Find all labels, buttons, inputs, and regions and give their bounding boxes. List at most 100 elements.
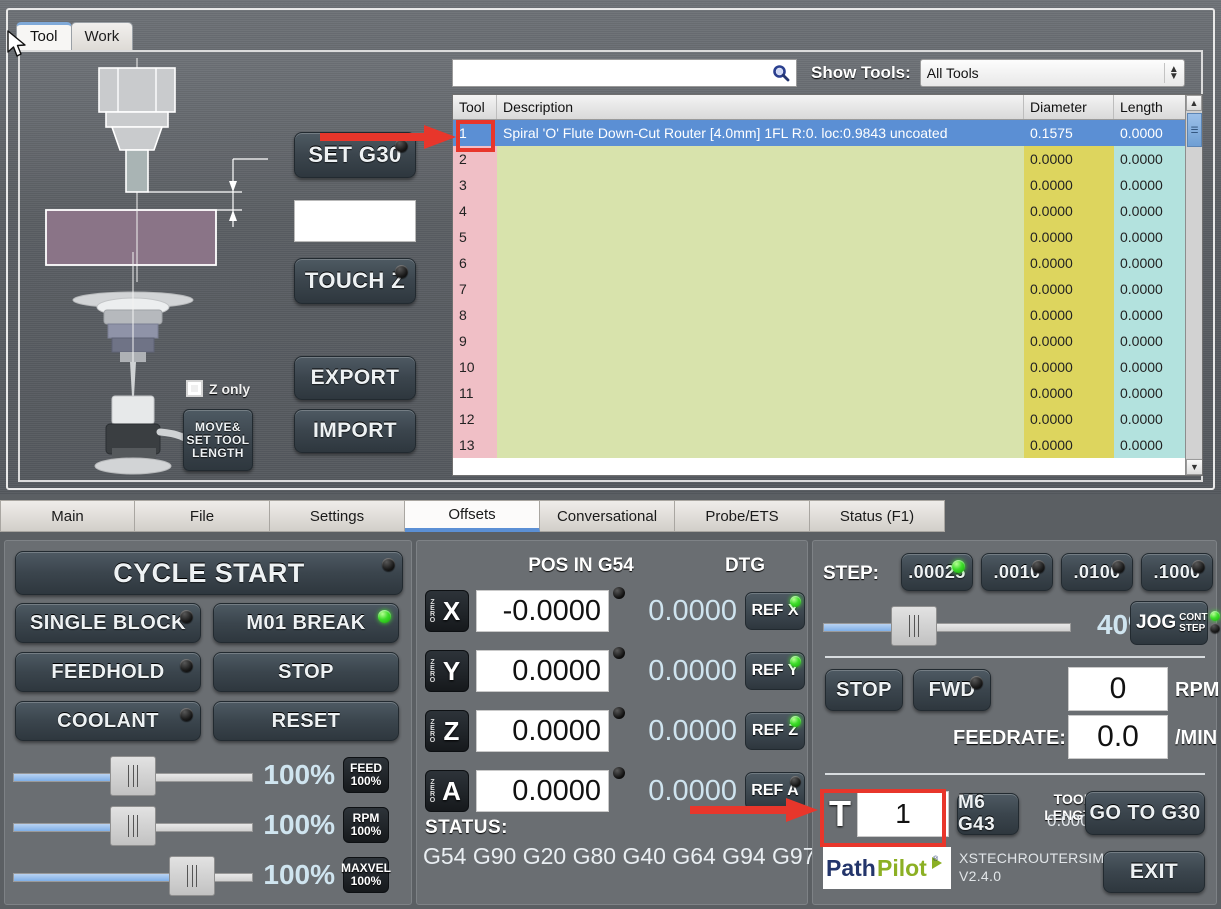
spindle-fwd-button[interactable]: FWD xyxy=(913,669,991,711)
table-scrollbar[interactable]: ▲ ☰ ▼ xyxy=(1185,95,1202,475)
ref-x-button[interactable]: REF X xyxy=(745,592,805,630)
search-input[interactable] xyxy=(459,65,772,81)
cell-diameter[interactable]: 0.0000 xyxy=(1024,146,1114,172)
cell-tool[interactable]: 4 xyxy=(453,198,497,224)
table-row[interactable]: 40.00000.0000 xyxy=(453,198,1202,224)
feed-slider-thumb[interactable] xyxy=(110,756,156,796)
import-button[interactable]: IMPORT xyxy=(294,409,416,453)
cell-description[interactable] xyxy=(497,224,1024,250)
zero-a-button[interactable]: ZEROA xyxy=(425,770,469,812)
dro-z-value[interactable]: 0.0000 xyxy=(476,710,609,752)
maxvel-reset-button[interactable]: MAXVEL100% xyxy=(343,857,389,893)
coolant-button[interactable]: COOLANT xyxy=(15,701,201,741)
cell-diameter[interactable]: 0.0000 xyxy=(1024,380,1114,406)
rpm-slider-thumb[interactable] xyxy=(110,806,156,846)
table-row[interactable]: 30.00000.0000 xyxy=(453,172,1202,198)
cell-tool[interactable]: 3 xyxy=(453,172,497,198)
tab-tool[interactable]: Tool xyxy=(16,22,72,50)
rpm-input[interactable]: 0 xyxy=(1068,667,1168,711)
current-tool-field[interactable]: T 1 xyxy=(825,787,949,841)
step-0100-button[interactable]: .0100 xyxy=(1061,553,1133,591)
cell-tool[interactable]: 7 xyxy=(453,276,497,302)
ref-a-button[interactable]: REF A xyxy=(745,772,805,810)
cell-tool[interactable]: 11 xyxy=(453,380,497,406)
scroll-thumb[interactable]: ☰ xyxy=(1187,113,1202,147)
cell-description[interactable] xyxy=(497,380,1024,406)
move-set-tool-length-button[interactable]: MOVE& SET TOOL LENGTH xyxy=(183,409,253,471)
dro-x-value[interactable]: -0.0000 xyxy=(476,590,609,632)
reset-button[interactable]: RESET xyxy=(213,701,399,741)
feedrate-input[interactable]: 0.0 xyxy=(1068,715,1168,759)
table-row[interactable]: 1Spiral 'O' Flute Down-Cut Router [4.0mm… xyxy=(453,120,1202,146)
exit-button[interactable]: EXIT xyxy=(1103,851,1205,893)
set-g30-button[interactable]: SET G30 xyxy=(294,132,416,178)
feedhold-button[interactable]: FEEDHOLD xyxy=(15,652,201,692)
cell-diameter[interactable]: 0.0000 xyxy=(1024,172,1114,198)
rpm-reset-button[interactable]: RPM100% xyxy=(343,807,389,843)
ref-z-button[interactable]: REF Z xyxy=(745,712,805,750)
go-to-g30-button[interactable]: GO TO G30 xyxy=(1085,791,1205,835)
zero-x-button[interactable]: ZEROX xyxy=(425,590,469,632)
cell-description[interactable] xyxy=(497,250,1024,276)
maxvel-slider[interactable] xyxy=(13,868,253,882)
cell-diameter[interactable]: 0.0000 xyxy=(1024,354,1114,380)
jog-mode-button[interactable]: JOG CONT STEP xyxy=(1130,601,1208,645)
cell-description[interactable] xyxy=(497,172,1024,198)
feed-reset-button[interactable]: FEED100% xyxy=(343,757,389,793)
cell-tool[interactable]: 10 xyxy=(453,354,497,380)
nav-tab-offsets[interactable]: Offsets xyxy=(405,500,540,532)
scroll-track[interactable] xyxy=(1186,147,1202,458)
cell-diameter[interactable]: 0.0000 xyxy=(1024,328,1114,354)
nav-tab-status-f1[interactable]: Status (F1) xyxy=(810,500,945,532)
table-row[interactable]: 60.00000.0000 xyxy=(453,250,1202,276)
table-row[interactable]: 130.00000.0000 xyxy=(453,432,1202,458)
cell-diameter[interactable]: 0.0000 xyxy=(1024,302,1114,328)
dro-y-value[interactable]: 0.0000 xyxy=(476,650,609,692)
table-row[interactable]: 100.00000.0000 xyxy=(453,354,1202,380)
cell-description[interactable] xyxy=(497,432,1024,458)
cell-tool[interactable]: 1 xyxy=(453,120,497,146)
step-00025-button[interactable]: .00025 xyxy=(901,553,973,591)
jog-slider-control[interactable] xyxy=(823,618,1071,632)
spindle-stop-button[interactable]: STOP xyxy=(825,669,903,711)
feed-slider[interactable] xyxy=(13,768,253,782)
cell-tool[interactable]: 8 xyxy=(453,302,497,328)
cell-description[interactable]: Spiral 'O' Flute Down-Cut Router [4.0mm]… xyxy=(497,120,1024,146)
single-block-button[interactable]: SINGLE BLOCK xyxy=(15,603,201,643)
m6-g43-button[interactable]: M6 G43 xyxy=(957,793,1019,835)
cell-diameter[interactable]: 0.0000 xyxy=(1024,406,1114,432)
jog-slider-thumb[interactable] xyxy=(891,606,937,646)
table-row[interactable]: 80.00000.0000 xyxy=(453,302,1202,328)
cell-tool[interactable]: 13 xyxy=(453,432,497,458)
table-row[interactable]: 110.00000.0000 xyxy=(453,380,1202,406)
cell-tool[interactable]: 12 xyxy=(453,406,497,432)
cell-description[interactable] xyxy=(497,354,1024,380)
nav-tab-probe-ets[interactable]: Probe/ETS xyxy=(675,500,810,532)
z-only-checkbox[interactable]: Z only xyxy=(186,380,250,397)
touch-z-button[interactable]: TOUCH Z xyxy=(294,258,416,304)
table-row[interactable]: 50.00000.0000 xyxy=(453,224,1202,250)
cell-tool[interactable]: 2 xyxy=(453,146,497,172)
zero-z-button[interactable]: ZEROZ xyxy=(425,710,469,752)
stop-button[interactable]: STOP xyxy=(213,652,399,692)
rpm-slider[interactable] xyxy=(13,818,253,832)
show-tools-select[interactable]: All Tools ▲▼ xyxy=(920,59,1185,87)
step-0010-button[interactable]: .0010 xyxy=(981,553,1053,591)
zero-y-button[interactable]: ZEROY xyxy=(425,650,469,692)
cell-tool[interactable]: 6 xyxy=(453,250,497,276)
table-row[interactable]: 70.00000.0000 xyxy=(453,276,1202,302)
nav-tab-main[interactable]: Main xyxy=(0,500,135,532)
cell-description[interactable] xyxy=(497,276,1024,302)
tab-work[interactable]: Work xyxy=(71,22,134,50)
cell-description[interactable] xyxy=(497,406,1024,432)
cell-description[interactable] xyxy=(497,198,1024,224)
tool-number-input[interactable]: 1 xyxy=(857,791,949,837)
tool-length-input[interactable] xyxy=(294,200,416,242)
cell-diameter[interactable]: 0.0000 xyxy=(1024,198,1114,224)
search-icon[interactable] xyxy=(772,64,790,82)
scroll-up-icon[interactable]: ▲ xyxy=(1186,95,1202,111)
z-only-box[interactable] xyxy=(186,380,203,397)
ref-y-button[interactable]: REF Y xyxy=(745,652,805,690)
cell-diameter[interactable]: 0.0000 xyxy=(1024,432,1114,458)
export-button[interactable]: EXPORT xyxy=(294,356,416,400)
